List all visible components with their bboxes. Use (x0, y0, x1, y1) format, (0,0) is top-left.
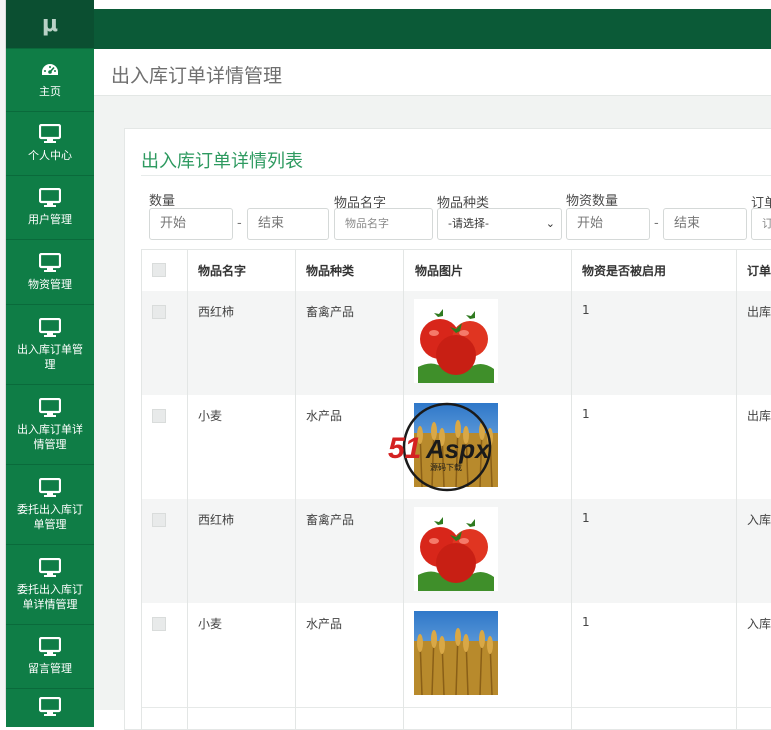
sidebar-item-entrusted-orders[interactable]: 委托出入库订单管理 (6, 464, 94, 544)
wheat-image (414, 611, 498, 695)
sidebar-item-label: 出入库订单管理 (17, 342, 83, 371)
sidebar-item-entrusted-order-details[interactable]: 委托出入库订单详情管理 (6, 544, 94, 624)
row-checkbox[interactable] (152, 409, 166, 423)
column-header: 物资是否被启用 (582, 264, 667, 278)
sidebar-item-label: 用户管理 (28, 213, 72, 226)
panel-title: 出入库订单详情列表 (141, 151, 303, 172)
logo: μ (6, 0, 94, 48)
cell-order: 入库 (747, 617, 771, 631)
row-checkbox[interactable] (152, 305, 166, 319)
table-row: 西红柿 畜禽产品 1 出库 (141, 291, 771, 396)
monitor-icon (39, 188, 61, 207)
order-input[interactable]: 订 (751, 208, 771, 240)
cell-item-name: 小麦 (198, 409, 223, 423)
monitor-icon (39, 477, 61, 497)
sidebar-item-order-details[interactable]: 出入库订单详情管理 (6, 384, 94, 464)
row-checkbox[interactable] (152, 513, 166, 527)
sidebar-item-profile[interactable]: 个人中心 (6, 111, 94, 175)
quantity-start-input[interactable]: 开始 (149, 208, 233, 240)
sidebar-item-label: 委托出入库订单详情管理 (17, 582, 83, 611)
select-all-checkbox[interactable] (152, 263, 166, 277)
item-type-select[interactable]: -请选择- ⌄ (437, 208, 562, 240)
sidebar-item-messages[interactable]: 留言管理 (6, 624, 94, 688)
cell-item-name: 西红柿 (198, 305, 235, 319)
range-dash: - (237, 216, 242, 231)
quantity-label: 数量 (149, 194, 176, 209)
column-divider (736, 249, 737, 729)
page-header: 出入库订单详情管理 (94, 49, 771, 96)
cell-enabled: 1 (582, 511, 590, 525)
table-row: 西红柿 畜禽产品 1 入库 (141, 499, 771, 604)
chevron-down-icon: ⌄ (545, 217, 555, 230)
main-content: 出入库订单详情管理 出入库订单详情列表 数量 物品名字 物品种类 物资数量 订单… (94, 49, 771, 730)
monitor-icon (39, 557, 61, 577)
stock-start-input[interactable]: 开始 (566, 208, 650, 240)
watermark-logo: 51 Aspx 源码下载 (388, 402, 492, 492)
sidebar-item-label: 出入库订单详情管理 (17, 422, 83, 451)
sidebar-item-label: 物资管理 (28, 277, 72, 291)
quantity-end-input[interactable]: 结束 (247, 208, 329, 240)
row-checkbox[interactable] (152, 617, 166, 631)
sidebar-item-home[interactable]: 主页 (6, 48, 94, 111)
cell-item-type: 水产品 (306, 617, 343, 631)
range-dash: - (654, 216, 659, 231)
svg-text:源码下载: 源码下载 (430, 462, 462, 472)
dashboard-icon (42, 63, 58, 75)
item-name-input[interactable]: 物品名字 (334, 208, 433, 240)
tomato-image (414, 299, 498, 383)
cell-item-type: 水产品 (306, 409, 343, 423)
cell-enabled: 1 (582, 407, 590, 421)
sidebar-item-label: 主页 (39, 84, 61, 98)
monitor-icon (39, 252, 61, 272)
divider (141, 175, 771, 176)
sidebar: μ 主页 个人中心 用户管理 物资管理 出入库订单管理 出入库订单详情管理 委托… (6, 0, 94, 727)
column-header: 物品种类 (306, 264, 355, 278)
sidebar-item-label: 委托出入库订单管理 (17, 502, 83, 531)
stock-end-input[interactable]: 结束 (663, 208, 747, 240)
column-divider (571, 249, 572, 729)
monitor-icon (39, 697, 61, 716)
sidebar-item-materials[interactable]: 物资管理 (6, 239, 94, 304)
sidebar-item-more[interactable] (6, 688, 94, 727)
table-row: 小麦 水产品 1 入库 (141, 603, 771, 708)
monitor-icon (39, 317, 61, 337)
column-divider (295, 249, 296, 729)
cell-item-type: 畜禽产品 (306, 305, 355, 319)
sidebar-item-orders[interactable]: 出入库订单管理 (6, 304, 94, 384)
top-bar (94, 9, 771, 49)
column-divider (187, 249, 188, 729)
table-header: 物品名字 物品种类 物品图片 物资是否被启用 订单 (141, 249, 771, 293)
cell-order: 出库 (747, 409, 771, 423)
monitor-icon (39, 124, 61, 143)
sidebar-item-users[interactable]: 用户管理 (6, 175, 94, 239)
svg-text:Aspx: Aspx (425, 434, 491, 464)
column-header: 物品名字 (198, 264, 247, 278)
cell-item-type: 畜禽产品 (306, 513, 355, 527)
svg-text:51: 51 (388, 432, 421, 465)
cell-order: 入库 (747, 513, 771, 527)
sidebar-item-label: 个人中心 (28, 149, 72, 162)
stock-quantity-label: 物资数量 (566, 194, 619, 209)
cell-order: 出库 (747, 305, 771, 319)
cell-item-name: 西红柿 (198, 513, 235, 527)
cell-item-name: 小麦 (198, 617, 223, 631)
sidebar-item-label: 留言管理 (28, 662, 72, 675)
column-header: 订单 (747, 264, 771, 278)
cell-enabled: 1 (582, 303, 590, 317)
column-divider (141, 249, 142, 729)
tomato-image (414, 507, 498, 591)
monitor-icon (39, 637, 61, 656)
column-header: 物品图片 (415, 264, 464, 278)
cell-enabled: 1 (582, 615, 590, 629)
monitor-icon (39, 397, 61, 417)
page-title: 出入库订单详情管理 (111, 65, 283, 87)
